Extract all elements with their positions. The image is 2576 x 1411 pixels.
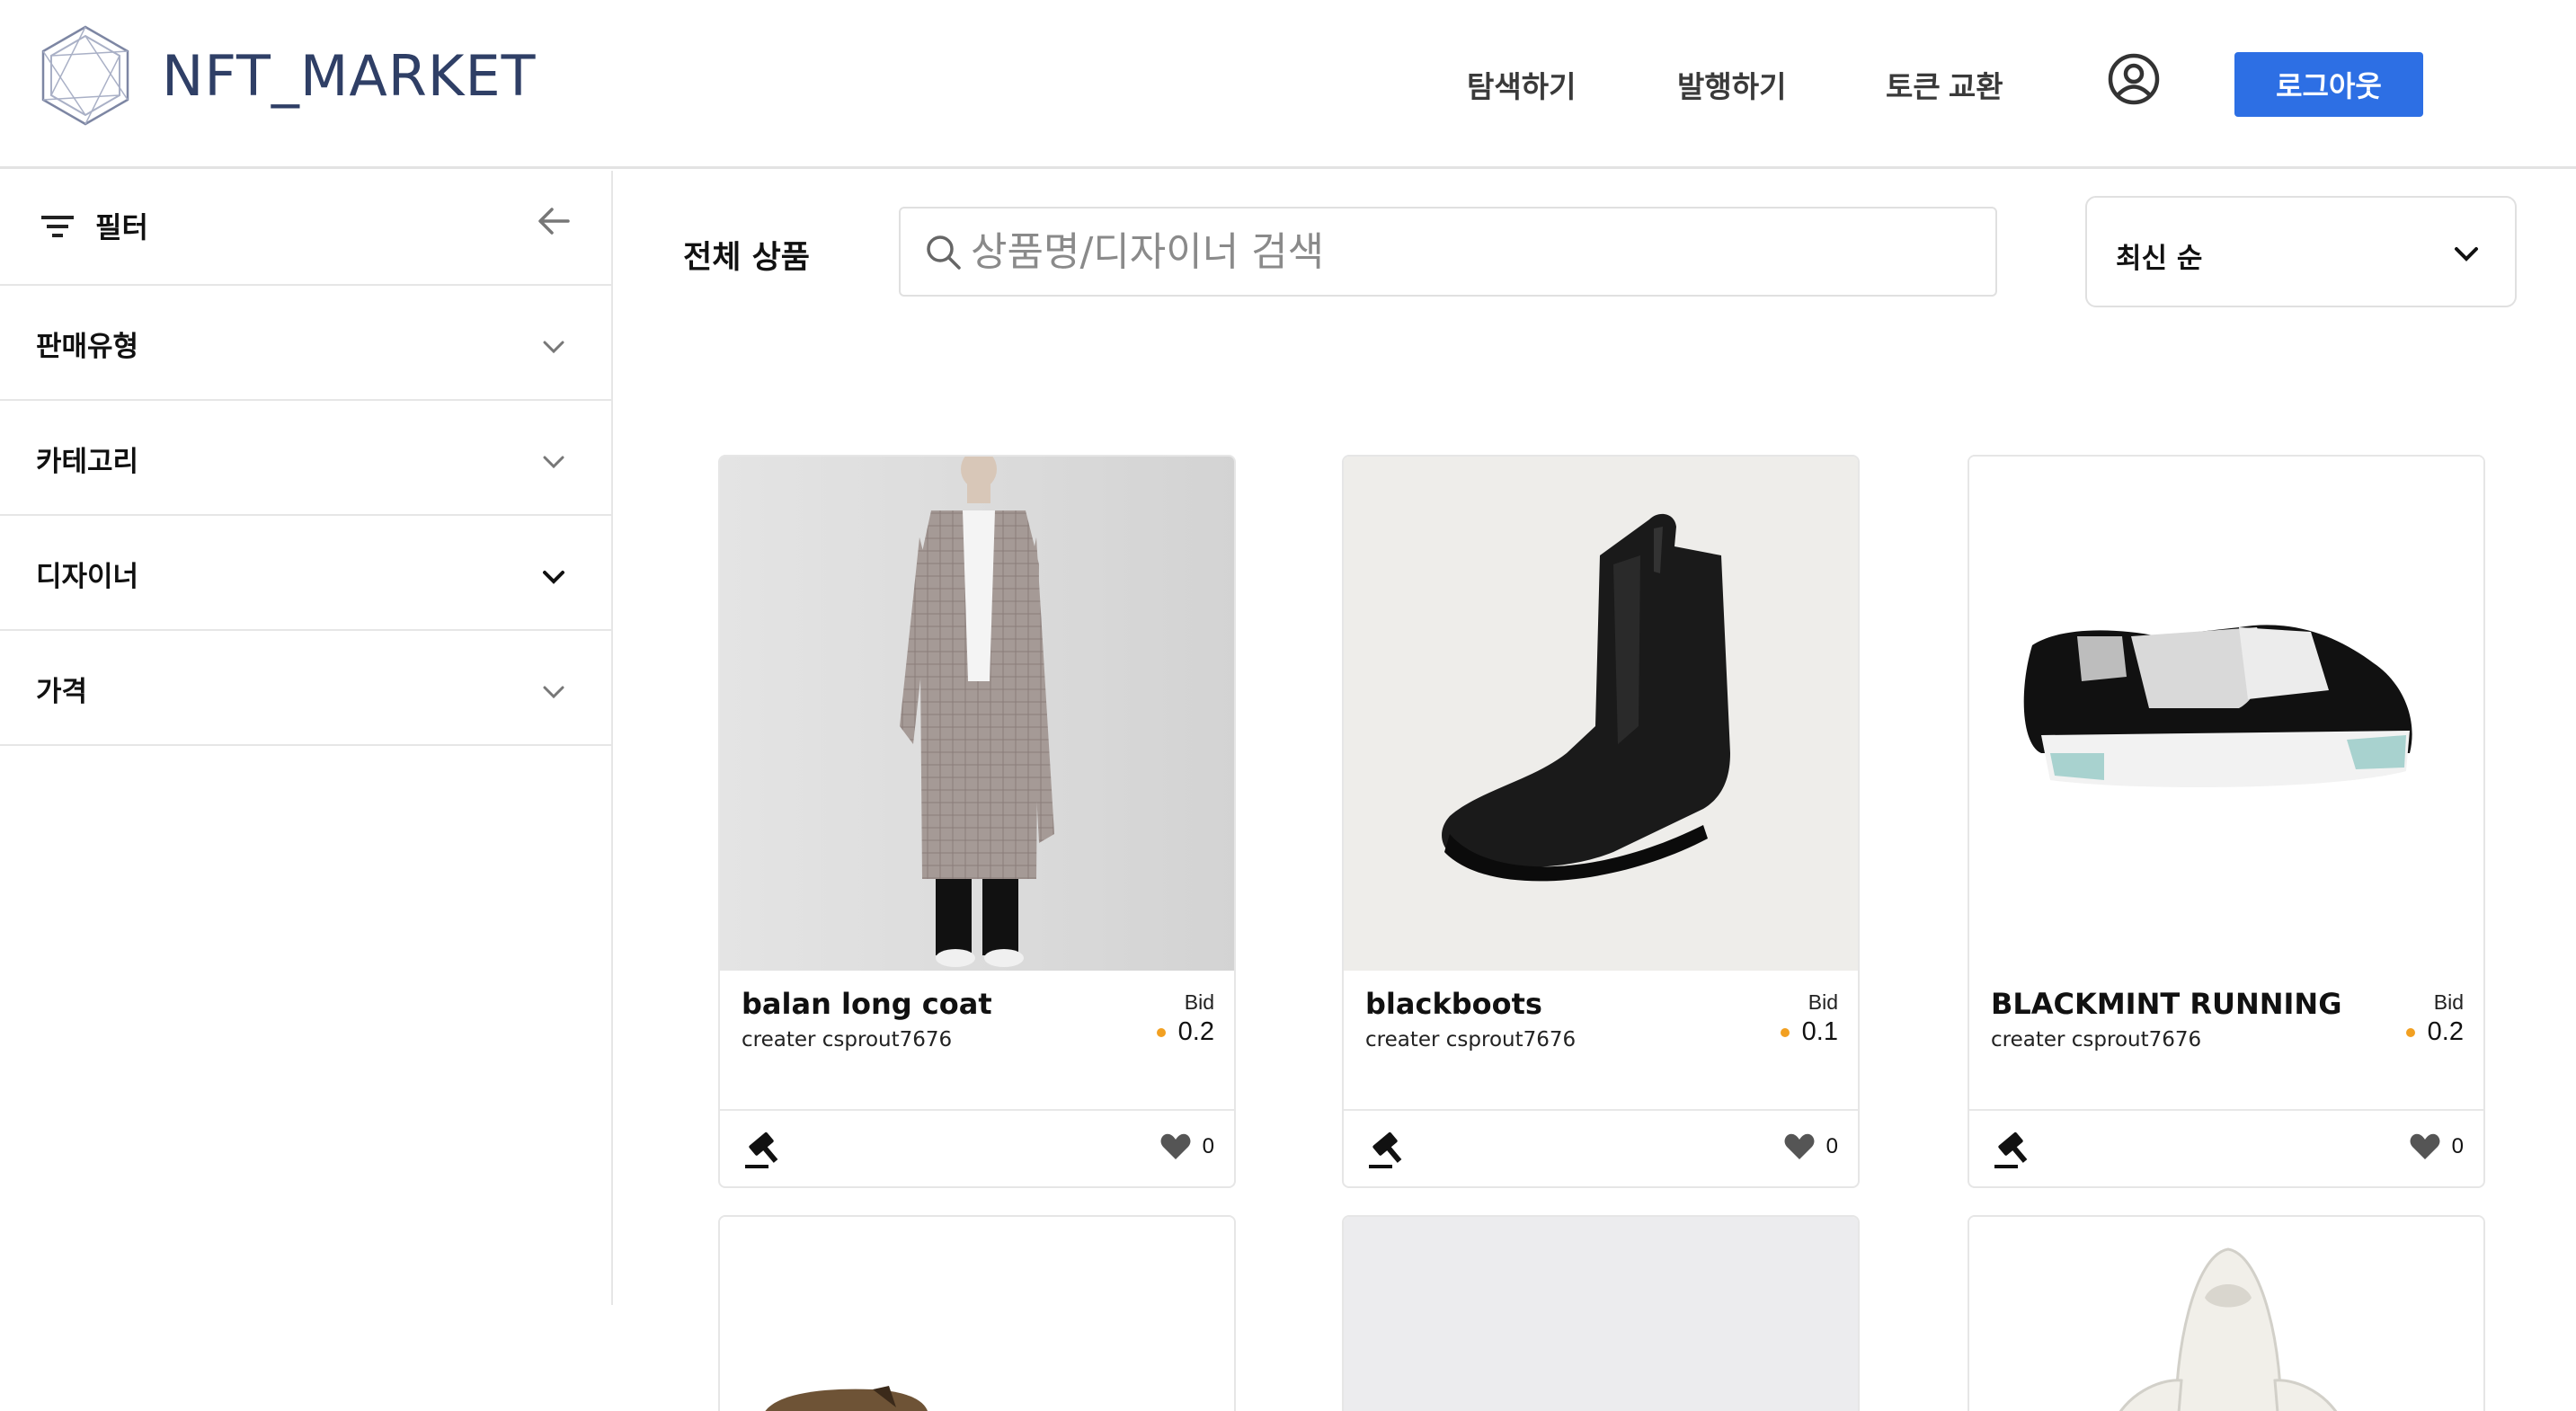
like-button[interactable]: 0 bbox=[1159, 1132, 1214, 1161]
search-input[interactable] bbox=[971, 228, 1959, 275]
product-name[interactable]: blackboots bbox=[1365, 987, 1542, 1021]
filter-designer-label: 디자이너 bbox=[36, 561, 139, 593]
gavel-icon[interactable] bbox=[1993, 1129, 2034, 1170]
filter-sale-type[interactable]: 판매유형 bbox=[0, 286, 611, 401]
coin-icon bbox=[1156, 1027, 1166, 1037]
product-image[interactable] bbox=[1969, 1217, 2483, 1411]
filter-category-label: 카테고리 bbox=[36, 446, 139, 478]
filter-price-label: 가격 bbox=[36, 676, 88, 708]
product-actions: 0 bbox=[1969, 1111, 2483, 1186]
like-button[interactable]: 0 bbox=[1783, 1132, 1838, 1161]
sort-selected-label: 최신 순 bbox=[2116, 243, 2203, 275]
product-card[interactable] bbox=[1968, 1215, 2485, 1411]
product-info: balan long coat creater csprout7676 Bid … bbox=[720, 971, 1234, 1111]
filter-title: 필터 bbox=[95, 210, 148, 244]
price-value: 0.2 bbox=[2427, 1017, 2464, 1046]
product-card[interactable] bbox=[718, 1215, 1236, 1411]
filter-designer[interactable]: 디자이너 bbox=[0, 516, 611, 631]
user-icon[interactable] bbox=[2107, 52, 2161, 106]
sort-dropdown[interactable]: 최신 순 bbox=[2085, 196, 2517, 307]
heart-icon bbox=[2410, 1133, 2440, 1159]
product-image[interactable] bbox=[1969, 457, 2483, 971]
filter-price[interactable]: 가격 bbox=[0, 631, 611, 746]
product-image[interactable] bbox=[720, 457, 1234, 971]
filter-icon bbox=[41, 216, 74, 237]
chevron-down-icon bbox=[543, 571, 564, 584]
running-sneaker-image bbox=[1969, 457, 2483, 971]
logo[interactable]: NFT_MARKET bbox=[38, 23, 537, 128]
chevron-down-icon bbox=[2455, 247, 2478, 262]
like-count: 0 bbox=[2451, 1134, 2464, 1158]
bid-label: Bid bbox=[1808, 990, 1838, 1014]
product-info: blackboots creater csprout7676 Bid 0.1 bbox=[1344, 971, 1858, 1111]
gavel-icon[interactable] bbox=[743, 1129, 785, 1170]
coin-icon bbox=[1780, 1027, 1790, 1037]
like-count: 0 bbox=[1825, 1134, 1838, 1158]
logo-hexagon-icon bbox=[41, 25, 129, 126]
chevron-down-icon bbox=[543, 341, 564, 354]
product-creator: creater csprout7676 bbox=[1991, 1028, 2202, 1052]
price-value: 0.2 bbox=[1177, 1017, 1214, 1046]
heart-icon bbox=[1784, 1133, 1815, 1159]
product-card[interactable]: balan long coat creater csprout7676 Bid … bbox=[718, 455, 1236, 1188]
price-value: 0.1 bbox=[1801, 1017, 1838, 1046]
search-icon bbox=[927, 235, 961, 270]
product-creator: creater csprout7676 bbox=[1365, 1028, 1577, 1052]
coin-icon bbox=[2405, 1027, 2415, 1037]
product-card[interactable] bbox=[1342, 1215, 1860, 1411]
brown-shoe-image bbox=[765, 1386, 928, 1411]
bid-price: 0.2 bbox=[2405, 1017, 2464, 1047]
coat-model-image bbox=[720, 457, 1234, 971]
bid-price: 0.1 bbox=[1780, 1017, 1838, 1047]
search-bar[interactable] bbox=[899, 207, 1997, 297]
white-hoodie-image bbox=[2119, 1247, 2338, 1411]
product-image[interactable] bbox=[1344, 457, 1858, 971]
arrow-left-icon[interactable] bbox=[536, 203, 572, 239]
product-actions: 0 bbox=[1344, 1111, 1858, 1186]
product-image[interactable] bbox=[1344, 1217, 1858, 1411]
black-boot-image bbox=[1344, 457, 1858, 971]
product-actions: 0 bbox=[720, 1111, 1234, 1186]
product-card[interactable]: BLACKMINT RUNNING creater csprout7676 Bi… bbox=[1968, 455, 2485, 1188]
product-image[interactable] bbox=[720, 1217, 1234, 1411]
heart-icon bbox=[1160, 1133, 1191, 1159]
product-name[interactable]: BLACKMINT RUNNING bbox=[1991, 987, 2341, 1021]
product-info: BLACKMINT RUNNING creater csprout7676 Bi… bbox=[1969, 971, 2483, 1111]
filter-header: 필터 bbox=[0, 171, 611, 286]
bid-label: Bid bbox=[1184, 990, 1214, 1014]
nav-mint[interactable]: 발행하기 bbox=[1677, 63, 1786, 106]
bid-price: 0.2 bbox=[1156, 1017, 1214, 1047]
gavel-icon[interactable] bbox=[1367, 1129, 1408, 1170]
chevron-down-icon bbox=[543, 456, 564, 469]
brand-name: NFT_MARKET bbox=[162, 42, 537, 109]
logout-button[interactable]: 로그아웃 bbox=[2234, 52, 2423, 117]
like-button[interactable]: 0 bbox=[2409, 1132, 2464, 1161]
filter-sidebar: 필터 판매유형 카테고리 디자이너 가격 bbox=[0, 171, 613, 1305]
bid-label: Bid bbox=[2433, 990, 2464, 1014]
product-card[interactable]: blackboots creater csprout7676 Bid 0.1 0 bbox=[1342, 455, 1860, 1188]
filter-category[interactable]: 카테고리 bbox=[0, 401, 611, 516]
page-title: 전체 상품 bbox=[683, 240, 810, 276]
filter-sale-type-label: 판매유형 bbox=[36, 331, 139, 363]
product-name[interactable]: balan long coat bbox=[742, 987, 992, 1021]
nav-token-swap[interactable]: 토큰 교환 bbox=[1886, 63, 2003, 106]
product-creator: creater csprout7676 bbox=[742, 1028, 953, 1052]
like-count: 0 bbox=[1202, 1134, 1214, 1158]
chevron-down-icon bbox=[543, 686, 564, 699]
header: NFT_MARKET 탐색하기 발행하기 토큰 교환 로그아웃 bbox=[0, 0, 2576, 169]
nav-explore[interactable]: 탐색하기 bbox=[1467, 63, 1576, 106]
